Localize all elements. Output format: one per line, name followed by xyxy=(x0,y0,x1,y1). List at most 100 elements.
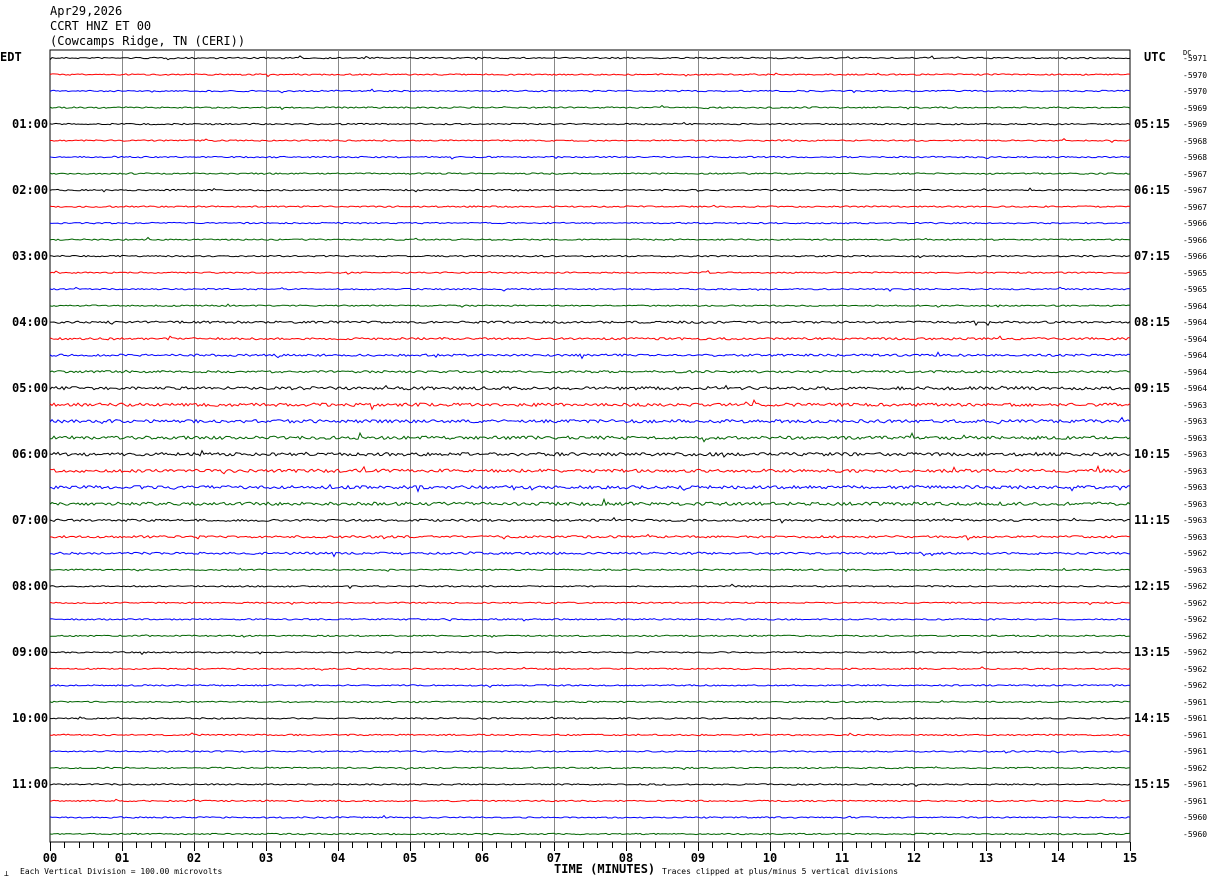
seismic-trace xyxy=(49,651,1131,656)
seismic-trace xyxy=(49,464,1131,475)
seismic-trace xyxy=(49,351,1131,360)
dc-offset-label: -5970 xyxy=(1183,70,1208,80)
seismic-trace xyxy=(49,766,1131,771)
dc-offset-label: -5964 xyxy=(1183,334,1208,344)
utc-hour-label: 05:15 xyxy=(1134,117,1171,132)
x-tick-label: 11 xyxy=(835,851,849,865)
seismic-trace xyxy=(49,155,1131,160)
seismic-trace xyxy=(49,601,1131,606)
seismic-trace xyxy=(49,286,1131,292)
dc-offset-label: -5968 xyxy=(1183,153,1208,163)
dc-offset-label: -5962 xyxy=(1183,598,1208,608)
dc-offset-label: -5965 xyxy=(1183,285,1208,295)
edt-hour-label: 03:00 xyxy=(12,249,49,264)
dc-offset-label: -5967 xyxy=(1183,186,1208,196)
right-timezone-label: UTC xyxy=(1144,50,1166,64)
seismic-trace xyxy=(49,814,1131,819)
dc-offset-label: -5967 xyxy=(1183,169,1208,179)
dc-offset-label: -5963 xyxy=(1183,483,1208,493)
seismic-trace xyxy=(49,449,1131,458)
x-tick-label: 13 xyxy=(979,851,993,865)
seismic-trace xyxy=(49,416,1131,425)
dc-offset-label: -5968 xyxy=(1183,136,1208,146)
dc-offset-label: -5963 xyxy=(1183,450,1208,460)
x-tick-label: 00 xyxy=(43,851,57,865)
seismic-trace xyxy=(49,104,1131,111)
dc-offset-label: -5962 xyxy=(1183,549,1208,559)
edt-hour-label: 10:00 xyxy=(12,711,49,726)
dc-offset-label: -5963 xyxy=(1183,516,1208,526)
seismic-trace xyxy=(49,832,1131,836)
dc-offset-label: -5970 xyxy=(1183,87,1208,97)
edt-hour-label: 05:00 xyxy=(12,381,49,396)
dc-offset-label: -5962 xyxy=(1183,681,1208,691)
seismic-trace xyxy=(49,172,1131,175)
dc-offset-label: -5963 xyxy=(1183,565,1208,575)
dc-offset-label: -5962 xyxy=(1183,615,1208,625)
seismic-trace xyxy=(49,783,1131,787)
utc-hour-label: 09:15 xyxy=(1134,381,1171,396)
dc-offset-label: -5964 xyxy=(1183,301,1208,311)
utc-hour-label: 13:15 xyxy=(1134,645,1171,660)
dc-offset-label: -5962 xyxy=(1183,648,1208,658)
dc-offset-label: -5966 xyxy=(1183,252,1208,262)
edt-hour-label: 01:00 xyxy=(12,117,49,132)
seismic-trace xyxy=(49,187,1131,193)
x-tick-label: 03 xyxy=(259,851,273,865)
edt-hour-label: 04:00 xyxy=(12,315,49,330)
seismic-trace xyxy=(49,583,1131,590)
seismic-trace xyxy=(49,369,1131,374)
dc-offset-label: -5964 xyxy=(1183,384,1208,394)
x-tick-label: 04 xyxy=(331,851,345,865)
dc-offset-label: -5964 xyxy=(1183,367,1208,377)
seismic-trace xyxy=(49,618,1131,622)
x-tick-label: 15 xyxy=(1123,851,1137,865)
seismic-trace xyxy=(49,303,1131,308)
utc-hour-label: 15:15 xyxy=(1134,777,1171,792)
utc-hour-label: 12:15 xyxy=(1134,579,1171,594)
edt-hour-label: 07:00 xyxy=(12,513,49,528)
dc-offset-label: -5963 xyxy=(1183,532,1208,542)
dc-offset-label: -5969 xyxy=(1183,120,1208,130)
x-tick-label: 05 xyxy=(403,851,417,865)
dc-offset-label: -5963 xyxy=(1183,499,1208,509)
x-tick-label: 10 xyxy=(763,851,777,865)
seismic-trace xyxy=(49,551,1131,558)
dc-offset-label: -5966 xyxy=(1183,235,1208,245)
seismic-trace xyxy=(49,270,1131,275)
dc-offset-label: -5961 xyxy=(1183,747,1208,757)
seismic-trace xyxy=(49,750,1131,754)
dc-offset-label: -5964 xyxy=(1183,351,1208,361)
helicorder-plot: 00 01 02 03 04 05 06 07 08 09 10 11 12 13 14 15 xyxy=(43,49,1137,865)
x-tick-label: 09 xyxy=(691,851,705,865)
dc-offset-label: -5961 xyxy=(1183,780,1208,790)
seismic-trace xyxy=(49,634,1131,638)
left-timezone-label: EDT xyxy=(0,50,22,64)
utc-hour-label: 06:15 xyxy=(1134,183,1171,198)
seismic-trace xyxy=(49,567,1131,573)
seismic-trace xyxy=(49,236,1131,241)
seismic-trace xyxy=(49,684,1131,689)
dc-offset-label: -5961 xyxy=(1183,714,1208,724)
utc-hour-label: 07:15 xyxy=(1134,249,1171,264)
seismic-trace xyxy=(49,798,1131,803)
dc-offset-label: -5963 xyxy=(1183,466,1208,476)
seismic-trace xyxy=(49,516,1131,524)
seismic-trace xyxy=(50,320,1131,327)
utc-hour-label: 14:15 xyxy=(1134,711,1171,726)
dc-offset-label: -5965 xyxy=(1183,268,1208,278)
dc-offset-label: -5964 xyxy=(1183,318,1208,328)
dc-offset-label: -5962 xyxy=(1183,631,1208,641)
dc-offset-label: -5962 xyxy=(1183,763,1208,773)
seismic-trace xyxy=(49,121,1131,126)
dc-offset-label: -5971 xyxy=(1183,54,1208,63)
x-tick-label: 14 xyxy=(1051,851,1065,865)
seismic-trace xyxy=(50,138,1131,143)
seismic-trace xyxy=(49,699,1131,704)
plot-frame xyxy=(49,49,1131,843)
x-tick-label: 06 xyxy=(475,851,489,865)
dc-offset-label: -5961 xyxy=(1183,796,1208,806)
utc-hour-label: 08:15 xyxy=(1134,315,1171,330)
x-tick-label: 12 xyxy=(907,851,921,865)
dc-offset-label: -5963 xyxy=(1183,400,1208,410)
